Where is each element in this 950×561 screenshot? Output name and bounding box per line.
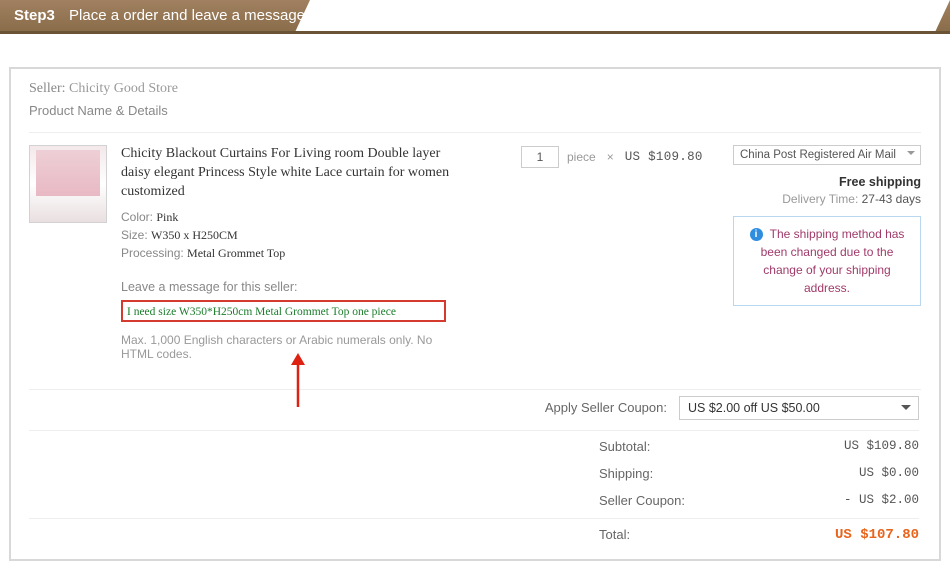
step-number: Step3	[14, 7, 55, 24]
product-name-details-label: Product Name & Details	[29, 103, 921, 118]
quantity-input[interactable]	[521, 146, 559, 168]
order-summary: Apply Seller Coupon: US $2.00 off US $50…	[29, 390, 919, 549]
annotation-arrow-icon	[287, 353, 309, 409]
seller-message-input[interactable]	[121, 300, 446, 322]
quantity-block: piece × US $109.80	[521, 145, 703, 169]
message-hint: Max. 1,000 English characters or Arabic …	[121, 333, 451, 361]
shipping-info-box: i The shipping method has been changed d…	[733, 216, 921, 306]
seller-name[interactable]: Chicity Good Store	[69, 81, 178, 96]
total-row: Total: US $107.80	[29, 518, 919, 549]
coupon-label: Apply Seller Coupon:	[545, 400, 667, 415]
qty-unit: piece	[567, 150, 596, 164]
shipping-row: Shipping: US $0.00	[29, 460, 919, 487]
delivery-time: Delivery Time: 27-43 days	[733, 192, 921, 206]
product-details-col: Chicity Blackout Curtains For Living roo…	[121, 145, 461, 361]
seller-line: Seller: Chicity Good Store	[29, 81, 921, 97]
shipping-col: China Post Registered Air Mail Free ship…	[733, 145, 921, 361]
product-row: Chicity Blackout Curtains For Living roo…	[29, 132, 921, 390]
coupon-row: Apply Seller Coupon: US $2.00 off US $50…	[29, 390, 919, 426]
product-size: Size: W350 x H250CM	[121, 226, 451, 244]
seller-label: Seller:	[29, 81, 66, 96]
subtotal-row: Subtotal: US $109.80	[29, 430, 919, 460]
order-panel: Seller: Chicity Good Store Product Name …	[9, 67, 941, 561]
coupon-select[interactable]: US $2.00 off US $50.00	[679, 396, 919, 420]
product-processing: Processing: Metal Grommet Top	[121, 244, 451, 262]
step-header: Step3 Place a order and leave a message	[0, 0, 950, 34]
qty-ship-col: piece × US $109.80 China Post Registered…	[521, 145, 921, 361]
product-thumbnail[interactable]	[29, 145, 107, 223]
info-icon: i	[750, 228, 763, 241]
step-title: Place a order and leave a message	[69, 7, 305, 24]
chevron-down-icon	[901, 405, 911, 415]
free-shipping-label: Free shipping	[733, 175, 921, 189]
qty-times: ×	[607, 150, 614, 164]
chevron-down-icon	[907, 151, 915, 159]
leave-message-label: Leave a message for this seller:	[121, 280, 451, 294]
qty-price: US $109.80	[625, 150, 703, 164]
seller-coupon-row: Seller Coupon: - US $2.00	[29, 487, 919, 514]
product-title[interactable]: Chicity Blackout Curtains For Living roo…	[121, 145, 451, 202]
product-color: Color: Pink	[121, 208, 451, 226]
shipping-method-select[interactable]: China Post Registered Air Mail	[733, 145, 921, 165]
